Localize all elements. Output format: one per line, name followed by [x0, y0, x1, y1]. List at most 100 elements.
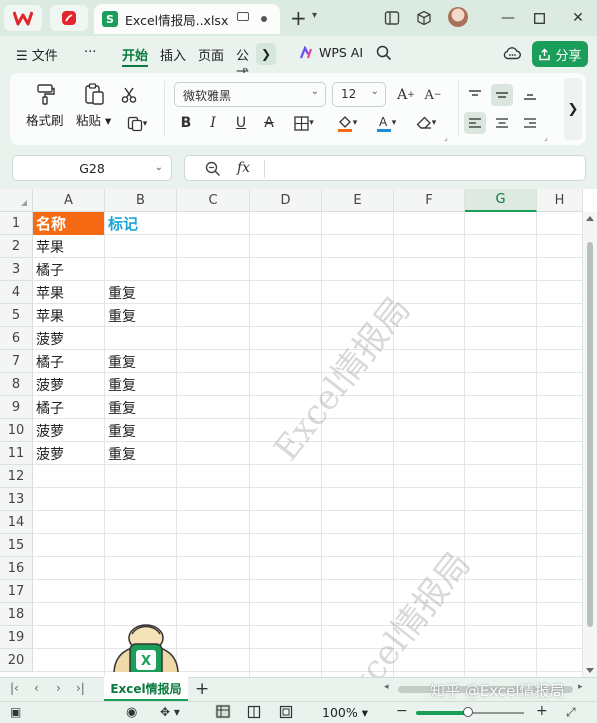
clear-format-button[interactable]: ▾ — [410, 112, 442, 134]
scroll-down-icon[interactable] — [586, 668, 594, 673]
menu-scroll-right-button[interactable]: ❯ — [256, 43, 276, 65]
scroll-up-icon[interactable] — [586, 216, 594, 221]
ribbon-scroll-right-button[interactable]: ❯ — [564, 78, 582, 140]
row-header-6[interactable]: 6 — [0, 327, 33, 350]
row-header-4[interactable]: 4 — [0, 281, 33, 304]
row-header-15[interactable]: 15 — [0, 534, 33, 557]
cell-b11[interactable]: 重复 — [105, 442, 176, 465]
row-header-14[interactable]: 14 — [0, 511, 33, 534]
column-header-e[interactable]: E — [322, 189, 394, 212]
hscroll-left-icon[interactable]: ◂ — [384, 682, 389, 692]
italic-icon[interactable]: I — [202, 112, 224, 134]
layout-icon[interactable] — [382, 8, 402, 28]
format-painter-button[interactable]: 格式刷 — [26, 81, 64, 129]
row-header-12[interactable]: 12 — [0, 465, 33, 488]
share-button[interactable]: 分享 — [532, 41, 588, 67]
align-dialog-launcher-icon[interactable]: ⌟ — [544, 133, 548, 142]
row-header-2[interactable]: 2 — [0, 235, 33, 258]
normal-view-icon[interactable] — [215, 704, 231, 719]
cell-a1[interactable]: 名称 — [33, 212, 104, 235]
cell-b9[interactable]: 重复 — [105, 396, 176, 419]
zoom-out-icon[interactable]: − — [396, 703, 408, 719]
column-header-a[interactable]: A — [33, 189, 105, 212]
cell-b7[interactable]: 重复 — [105, 350, 176, 373]
maximize-button[interactable] — [527, 6, 551, 30]
row-header-16[interactable]: 16 — [0, 557, 33, 580]
row-header-8[interactable]: 8 — [0, 373, 33, 396]
paste-button[interactable]: 粘贴 ▾ — [76, 81, 111, 129]
cell-a10[interactable]: 菠萝 — [33, 419, 104, 442]
zoom-level-label[interactable]: 100% ▾ — [322, 705, 368, 720]
bold-icon[interactable]: B — [175, 112, 197, 134]
zoom-slider-handle[interactable] — [462, 707, 473, 717]
zoom-search-icon[interactable] — [205, 161, 221, 177]
row-header-13[interactable]: 13 — [0, 488, 33, 511]
cell-a4[interactable]: 苹果 — [33, 281, 104, 304]
row-header-5[interactable]: 5 — [0, 304, 33, 327]
search-icon[interactable] — [374, 43, 394, 63]
cell-b5[interactable]: 重复 — [105, 304, 176, 327]
scroll-thumb[interactable] — [587, 242, 593, 627]
cell-a8[interactable]: 菠萝 — [33, 373, 104, 396]
cell-b8[interactable]: 重复 — [105, 373, 176, 396]
row-header-19[interactable]: 19 — [0, 626, 33, 649]
align-left-icon[interactable] — [464, 112, 486, 134]
sheet-tab-active[interactable]: Excel情报局 — [104, 677, 188, 701]
align-center-icon[interactable] — [491, 112, 513, 134]
row-header-17[interactable]: 17 — [0, 580, 33, 603]
cell-a3[interactable]: 橘子 — [33, 258, 104, 281]
strikethrough-icon[interactable]: A — [258, 112, 280, 134]
cell-a7[interactable]: 橘子 — [33, 350, 104, 373]
menu-page[interactable]: 页面 — [198, 45, 224, 64]
add-sheet-button[interactable]: + — [195, 679, 209, 699]
row-header-7[interactable]: 7 — [0, 350, 33, 373]
last-sheet-icon[interactable]: ›| — [76, 681, 85, 695]
column-header-f[interactable]: F — [394, 189, 465, 212]
next-sheet-icon[interactable]: › — [56, 681, 61, 695]
file-tab[interactable]: S Excel情报局..xlsx — [94, 4, 280, 34]
page-layout-view-icon[interactable] — [247, 705, 261, 722]
wps-ai-button[interactable]: WPS AI — [300, 45, 363, 60]
align-bottom-icon[interactable] — [519, 84, 541, 106]
column-header-c[interactable]: C — [177, 189, 250, 212]
cell-b10[interactable]: 重复 — [105, 419, 176, 442]
menu-home[interactable]: 开始 — [122, 45, 148, 64]
select-all-corner[interactable] — [0, 189, 33, 212]
insert-function-button[interactable]: fx — [237, 160, 250, 176]
cell-b2[interactable] — [105, 235, 176, 258]
cell-a5[interactable]: 苹果 — [33, 304, 104, 327]
row-header-18[interactable]: 18 — [0, 603, 33, 626]
align-right-icon[interactable] — [519, 112, 541, 134]
cut-icon[interactable] — [118, 84, 140, 106]
cube-icon[interactable] — [414, 8, 434, 28]
font-size-select[interactable]: 12 ⌄ — [332, 82, 386, 107]
user-avatar[interactable] — [448, 7, 468, 27]
decrease-font-icon[interactable]: A − — [422, 84, 444, 106]
menu-more-button[interactable]: ··· — [84, 45, 96, 60]
row-header-20[interactable]: 20 — [0, 649, 33, 672]
cell-a9[interactable]: 橘子 — [33, 396, 104, 419]
spreadsheet-grid[interactable]: ABCDEFGH 1 2 3 4 5 6 7 8 9 10 11 12 13 14 15 16 17 18 19 20… — [0, 189, 597, 677]
menu-file[interactable]: ☰ 文件 — [16, 45, 58, 64]
column-header-d[interactable]: D — [250, 189, 322, 212]
prev-sheet-icon[interactable]: ‹ — [34, 681, 39, 695]
underline-icon[interactable]: U — [230, 112, 252, 134]
pdf-app-button[interactable] — [50, 5, 88, 31]
minimize-button[interactable]: — — [496, 6, 520, 30]
row-header-9[interactable]: 9 — [0, 396, 33, 419]
align-middle-icon[interactable] — [491, 84, 513, 106]
column-header-b[interactable]: B — [105, 189, 177, 212]
increase-font-icon[interactable]: A + — [395, 84, 417, 106]
cell-b3[interactable] — [105, 258, 176, 281]
zoom-in-icon[interactable]: + — [536, 703, 548, 719]
cell-b6[interactable] — [105, 327, 176, 350]
first-sheet-icon[interactable]: |‹ — [10, 681, 19, 695]
eye-protection-icon[interactable]: ◉ — [126, 705, 137, 720]
tab-list-chevron-icon[interactable]: ▾ — [312, 10, 317, 21]
borders-button[interactable]: ▾ — [288, 112, 320, 134]
font-family-select[interactable]: 微软雅黑 ⌄ — [174, 82, 326, 107]
page-break-view-icon[interactable] — [279, 705, 293, 722]
row-header-3[interactable]: 3 — [0, 258, 33, 281]
formula-input[interactable]: fx — [184, 155, 586, 181]
row-header-1[interactable]: 1 — [0, 212, 33, 235]
